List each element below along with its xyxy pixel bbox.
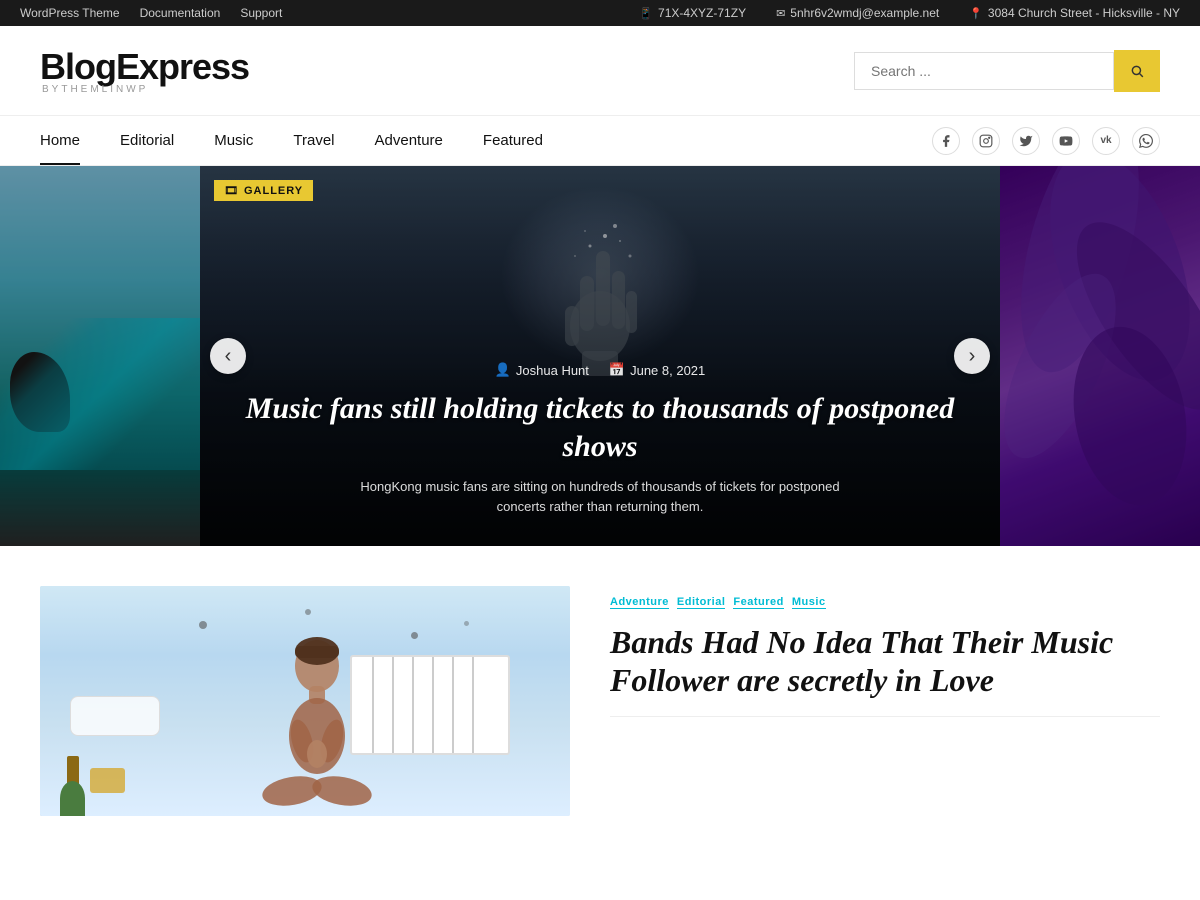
whatsapp-icon[interactable]: [1132, 127, 1160, 155]
tag-adventure[interactable]: Adventure: [610, 596, 669, 609]
flower-decoration: [1000, 166, 1200, 546]
phone-info: 📱 71X-4XYZ-71ZY: [639, 6, 746, 20]
article-preview: Adventure Editorial Featured Music Bands…: [40, 586, 1160, 816]
wall-dot-1: [199, 621, 207, 629]
header: BlogExpress byTHEMLINWP: [0, 26, 1200, 115]
wall-dot-2: [305, 609, 311, 615]
nav-editorial[interactable]: Editorial: [100, 116, 194, 165]
logo[interactable]: BlogExpress byTHEMLINWP: [40, 46, 249, 95]
camera-icon: 🎞: [224, 184, 239, 197]
nav-home[interactable]: Home: [40, 116, 100, 165]
article-image: [40, 586, 570, 816]
user-icon: 👤: [495, 362, 511, 378]
instagram-icon[interactable]: [972, 127, 1000, 155]
hero-content: 👤 Joshua Hunt 📅 June 8, 2021 Music fans …: [230, 362, 970, 516]
vk-icon[interactable]: vk: [1092, 127, 1120, 155]
location-icon: 📍: [969, 7, 983, 20]
phone-icon: 📱: [639, 7, 653, 20]
logo-title: BlogExpress: [40, 46, 249, 88]
pillow: [70, 696, 160, 736]
tag-featured[interactable]: Featured: [733, 596, 783, 609]
wall-dot-3: [411, 632, 418, 639]
nav-featured[interactable]: Featured: [463, 116, 563, 165]
plant: [60, 756, 85, 816]
person-silhouette: [257, 636, 377, 816]
email-info: ✉ 5nhr6v2wmdj@example.net: [776, 6, 939, 20]
wall-dot-4: [464, 621, 469, 626]
documentation-link[interactable]: Documentation: [140, 6, 221, 20]
hero-description: HongKong music fans are sitting on hundr…: [350, 477, 850, 516]
top-bar-right: 📱 71X-4XYZ-71ZY ✉ 5nhr6v2wmdj@example.ne…: [639, 6, 1180, 20]
chevron-right-icon: ›: [969, 346, 976, 366]
ocean-image: [0, 166, 200, 546]
gallery-tag: 🎞 GALLERY: [214, 180, 313, 201]
article-tags: Adventure Editorial Featured Music: [610, 596, 1160, 609]
content-section: Adventure Editorial Featured Music Bands…: [0, 546, 1200, 836]
facebook-icon[interactable]: [932, 127, 960, 155]
hero-main: 🎞 GALLERY 👤 Joshua Hunt 📅 June 8, 2021 M…: [200, 166, 1000, 546]
accent-block: [90, 768, 125, 793]
wp-theme-link[interactable]: WordPress Theme: [20, 6, 120, 20]
hero-author: 👤 Joshua Hunt: [495, 362, 589, 378]
nav-travel[interactable]: Travel: [273, 116, 354, 165]
twitter-icon[interactable]: [1012, 127, 1040, 155]
hero-title: Music fans still holding tickets to thou…: [230, 390, 970, 465]
hero-side-left: [0, 166, 200, 546]
top-bar-left: WordPress Theme Documentation Support: [20, 6, 282, 20]
tag-editorial[interactable]: Editorial: [677, 596, 726, 609]
search-icon: [1130, 62, 1144, 80]
hero-date: 📅 June 8, 2021: [609, 362, 705, 378]
email-icon: ✉: [776, 7, 785, 20]
search-button[interactable]: [1114, 50, 1160, 92]
hero-carousel: 🎞 GALLERY 👤 Joshua Hunt 📅 June 8, 2021 M…: [0, 166, 1200, 546]
article-title: Bands Had No Idea That Their Music Follo…: [610, 623, 1160, 700]
nav-bar: Home Editorial Music Travel Adventure Fe…: [0, 115, 1200, 166]
youtube-icon[interactable]: [1052, 127, 1080, 155]
nav-adventure[interactable]: Adventure: [355, 116, 463, 165]
calendar-icon: 📅: [609, 362, 625, 378]
prev-arrow[interactable]: ‹: [210, 338, 246, 374]
support-link[interactable]: Support: [240, 6, 282, 20]
meditation-scene: [40, 586, 570, 816]
nav-music[interactable]: Music: [194, 116, 273, 165]
hero-side-right: [1000, 166, 1200, 546]
hero-meta: 👤 Joshua Hunt 📅 June 8, 2021: [230, 362, 970, 378]
chevron-left-icon: ‹: [225, 346, 232, 366]
address-info: 📍 3084 Church Street - Hicksville - NY: [969, 6, 1180, 20]
next-arrow[interactable]: ›: [954, 338, 990, 374]
search-area: [854, 50, 1160, 92]
tag-music[interactable]: Music: [792, 596, 826, 609]
search-input[interactable]: [854, 52, 1114, 90]
article-divider: [610, 716, 1160, 717]
nav-links: Home Editorial Music Travel Adventure Fe…: [40, 116, 563, 165]
top-bar: WordPress Theme Documentation Support 📱 …: [0, 0, 1200, 26]
nav-social: vk: [932, 127, 1160, 155]
purple-flower-image: [1000, 166, 1200, 546]
hero-main-bg: 🎞 GALLERY 👤 Joshua Hunt 📅 June 8, 2021 M…: [200, 166, 1000, 546]
article-info: Adventure Editorial Featured Music Bands…: [610, 586, 1160, 717]
